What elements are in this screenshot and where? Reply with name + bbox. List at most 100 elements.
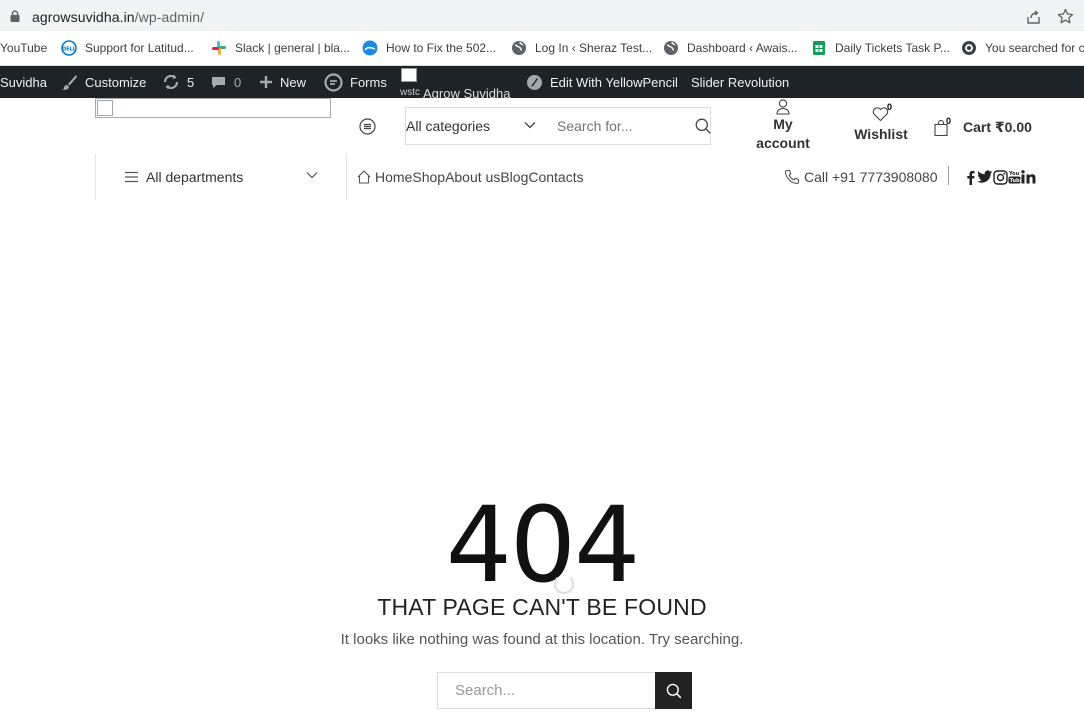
wp-slider-revolution-label: Slider Revolution [691,74,790,90]
my-account-link[interactable]: My account [748,99,818,153]
wp-site-name-label: Suvidha [0,74,47,90]
social-links: YouTube [965,167,1036,187]
circle-icon [962,41,976,55]
my-account-label-line1: My [773,116,793,132]
error-search-input[interactable] [437,672,656,709]
bookmark-label: YouTube [0,41,48,55]
error-search-button[interactable] [655,672,692,709]
wishlist-count-badge: 0 [887,102,893,112]
wp-updates-count: 5 [187,74,195,90]
web-icon [362,40,378,56]
linkedin-icon[interactable] [1021,170,1036,184]
broken-image-icon [97,100,113,116]
error-heading: THAT PAGE CAN'T BE FOUND [377,594,707,620]
bookmark-label: Slack | general | bla... [235,41,350,55]
nav-home[interactable]: Home [375,169,412,185]
url-path: /wp-admin/ [134,9,205,25]
sheets-icon [813,41,825,55]
my-account-label-line2: account [756,135,810,151]
all-departments-toggle[interactable]: All departments [124,167,324,187]
wishlist-link[interactable]: 0 Wishlist [848,102,914,142]
wishlist-label: Wishlist [854,126,908,142]
wp-new-label: New [280,74,307,90]
wp-updates[interactable]: 5 [162,66,194,98]
wp-site-name[interactable]: Suvidha [0,66,47,98]
bookmark-fix-502[interactable]: How to Fix the 502... [362,39,496,57]
hamburger-icon [125,171,138,183]
svg-text:Tube: Tube [1010,178,1021,184]
wp-site-link[interactable]: wstc Agrow Suvidha [400,66,510,98]
bookmark-label: Daily Tickets Task P... [835,41,950,55]
bookmark-daily-tickets[interactable]: Daily Tickets Task P... [811,39,950,57]
bookmark-label: Support for Latitud... [85,41,194,55]
phone-label: Call +91 7773908080 [804,169,938,185]
wp-admin-bar: Suvidha Customize 5 0 New Forms wstc Agr… [0,66,1084,98]
cart-label: Cart ₹0.00 [963,118,1032,135]
logo-alt-fragment: wstc [400,87,420,98]
category-select[interactable]: All categories [406,108,546,144]
nav-about-us[interactable]: About us [445,169,500,185]
updates-icon [163,74,179,90]
bookmark-label: Log In ‹ Sheraz Test... [535,41,653,55]
bookmark-sheraz-login[interactable]: Log In ‹ Sheraz Test... [511,39,652,57]
wp-forms-label: Forms [350,74,387,90]
url-text[interactable]: agrowsuvidha.in/wp-admin/ [32,9,204,25]
nav-blog[interactable]: Blog [500,169,528,185]
dell-icon: DELL [61,40,77,56]
bookmark-you-searched[interactable]: You searched for cu [961,39,1084,57]
all-departments-label: All departments [146,169,244,185]
bookmark-dell-support[interactable]: DELL Support for Latitud... [61,39,194,57]
facebook-icon[interactable] [965,170,977,185]
cart-count-badge: 0 [946,116,952,126]
wp-new[interactable]: New [259,66,306,98]
bookmark-label: Dashboard ‹ Awais... [687,41,798,55]
site-logo[interactable] [95,98,331,118]
main-navigation: Home Shop About us Blog Contacts [356,167,584,187]
phone-icon [784,169,800,185]
phone-link[interactable]: Call +91 7773908080 [784,167,938,187]
wp-comments[interactable]: 0 [210,66,241,98]
twitter-icon[interactable] [977,170,993,184]
menu-circle-icon[interactable] [359,118,376,135]
home-icon [357,170,371,184]
category-select-value: All categories [406,118,491,134]
lock-icon[interactable] [10,10,20,22]
slack-icon [212,41,226,55]
search-icon [666,683,681,698]
cart-link[interactable]: 0 Cart ₹0.00 [934,116,1032,138]
chevron-down-icon [524,122,536,129]
nav-contacts[interactable]: Contacts [528,169,583,185]
youtube-icon[interactable]: YouTube [1008,170,1021,185]
nav-divider [95,154,96,200]
comment-icon [212,76,225,88]
nav-shop[interactable]: Shop [412,169,445,185]
phone-divider [948,166,949,185]
url-host: agrowsuvidha.in [32,9,135,25]
share-icon[interactable] [1025,9,1042,26]
chevron-down-icon [306,172,318,179]
wp-customize[interactable]: Customize [61,66,146,98]
globe-icon [664,41,678,55]
bookmark-slack[interactable]: Slack | general | bla... [211,39,350,57]
wp-yellowpencil[interactable]: Edit With YellowPencil [526,66,678,98]
bookmark-label: You searched for cu [985,41,1084,55]
nav-divider [346,154,347,200]
wp-comments-count: 0 [234,74,242,90]
svg-text:DELL: DELL [62,47,77,53]
error-code: 404 [445,484,641,606]
bookmarks-bar: YouTube DELL Support for Latitud... Slac… [0,31,1084,66]
instagram-icon[interactable] [993,169,1008,185]
bookmark-awais-dashboard[interactable]: Dashboard ‹ Awais... [663,39,798,57]
wp-slider-revolution[interactable]: Slider Revolution [691,66,789,98]
url-field[interactable]: agrowsuvidha.in/wp-admin/ [0,2,1084,29]
product-search-form: All categories [405,107,711,145]
product-search-input[interactable] [557,108,677,144]
bookmark-star-icon[interactable] [1057,8,1074,25]
wp-forms[interactable]: Forms [324,66,387,98]
bookmark-youtube[interactable]: YouTube [0,39,47,57]
error-search-form [437,672,692,709]
svg-text:You: You [1008,171,1020,177]
search-icon[interactable] [695,118,711,134]
browser-address-bar: agrowsuvidha.in/wp-admin/ [0,0,1084,31]
yellowpencil-icon [527,74,542,90]
